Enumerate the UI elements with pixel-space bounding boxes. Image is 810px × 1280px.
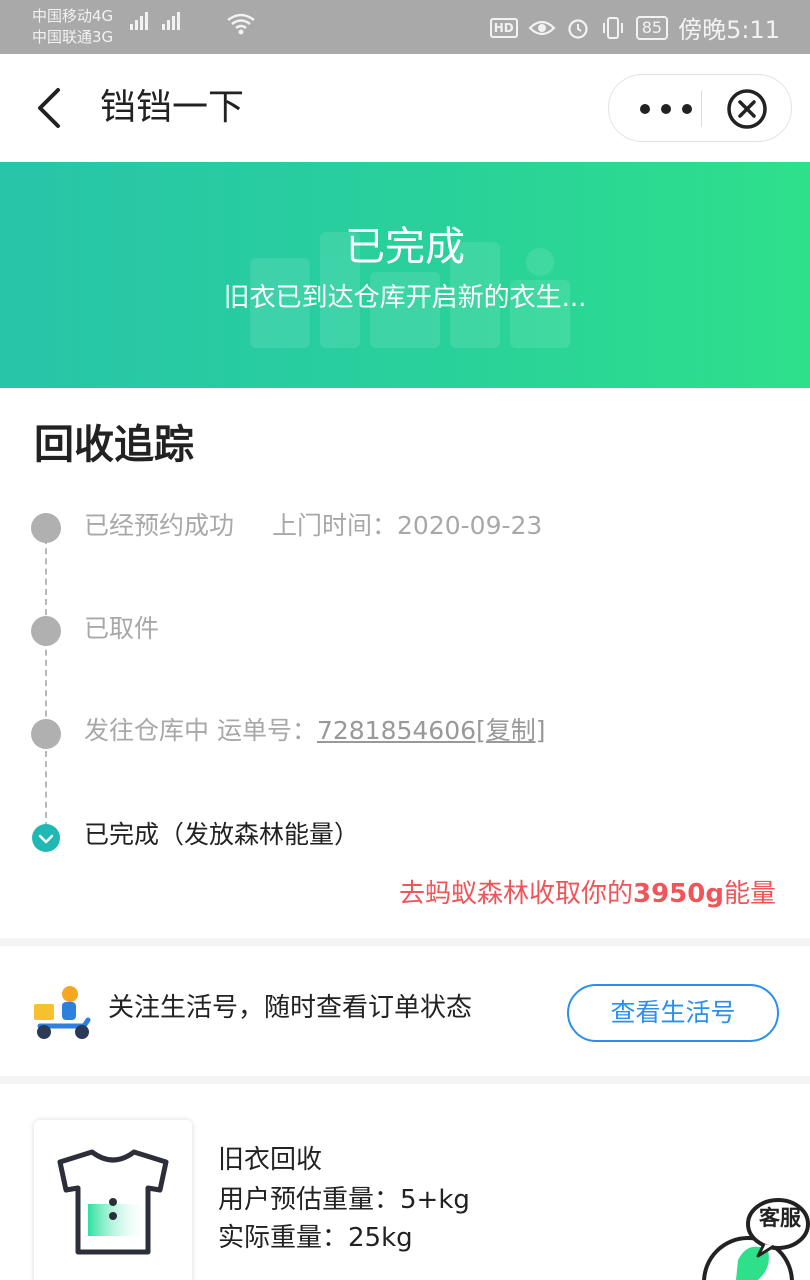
product-thumbnail [34, 1120, 192, 1280]
wifi-icon [227, 13, 255, 35]
visit-time: 上门时间：2020-09-23 [272, 511, 543, 540]
timeline-dot [31, 616, 61, 646]
status-bar: 中国移动4G 中国联通3G HD 85 傍晚5:11 [0, 0, 810, 54]
delivery-rider-icon [34, 986, 91, 1039]
carrier-info: 中国移动4G 中国联通3G [32, 6, 113, 48]
clock: 傍晚5:11 [678, 16, 780, 44]
signal-indicators [130, 12, 180, 30]
alarm-icon [568, 18, 588, 39]
status-banner: 已完成 旧衣已到达仓库开启新的衣生... [0, 162, 810, 388]
check-circle-icon [32, 824, 60, 852]
status-right: HD 85 傍晚5:11 [489, 10, 780, 45]
view-account-button[interactable]: 查看生活号 [567, 984, 779, 1042]
step-label: 已完成（发放森林能量） [84, 820, 360, 849]
mini-program-capsule [608, 74, 792, 142]
timeline-line [45, 528, 47, 828]
timeline-dot [31, 719, 61, 749]
timeline-dot [31, 513, 61, 543]
customer-service-label: 客服 [759, 1206, 801, 1230]
close-circle-icon[interactable] [725, 87, 769, 131]
timeline-step-completed: 已完成（发放森林能量） [84, 818, 359, 852]
tshirt-icon [57, 1149, 169, 1255]
vibrate-icon [602, 16, 623, 39]
follow-account-card: 关注生活号，随时查看订单状态 查看生活号 [0, 946, 810, 1076]
actual-weight: 实际重量：25kg [218, 1223, 413, 1253]
status-title: 已完成 [345, 224, 465, 270]
title-bar: 铛铛一下 [0, 54, 810, 162]
battery-icon: 85 [635, 15, 669, 40]
capsule-divider [701, 91, 702, 127]
more-dots-icon[interactable] [637, 97, 695, 121]
section-title: 回收追踪 [34, 422, 194, 468]
page-title: 铛铛一下 [100, 87, 245, 128]
waybill-copy-link[interactable]: 7281854606[复制] [317, 716, 546, 745]
forest-energy-link[interactable]: 去蚂蚁森林收取你的3950g能量 [399, 876, 776, 912]
signal-icon [162, 12, 180, 30]
eye-icon [528, 20, 556, 35]
recycle-tracking-card: 回收追踪 已经预约成功 上门时间：2020-09-23 已取件 发往仓库中 运单号… [0, 388, 810, 938]
step-label: 发往仓库中 运单号： [84, 716, 317, 745]
timeline-step-booked: 已经预约成功 上门时间：2020-09-23 [84, 509, 542, 543]
step-label: 已经预约成功 [84, 511, 235, 540]
signal-icon [130, 12, 148, 30]
timeline-step-shipping: 发往仓库中 运单号：7281854606[复制] [84, 714, 546, 748]
step-label: 已取件 [84, 614, 160, 643]
city-skyline-decoration [250, 232, 570, 348]
energy-amount: 3950g [633, 879, 724, 909]
carrier-2: 中国联通3G [32, 28, 114, 46]
status-subtitle: 旧衣已到达仓库开启新的衣生... [223, 283, 587, 313]
chevron-left-icon[interactable] [30, 84, 70, 132]
estimated-weight: 用户预估重量：5+kg [218, 1185, 470, 1215]
product-name: 旧衣回收 [218, 1145, 323, 1175]
timeline-step-picked-up: 已取件 [84, 612, 159, 646]
follow-text: 关注生活号，随时查看订单状态 [108, 993, 473, 1023]
carrier-1: 中国移动4G [32, 7, 114, 25]
hd-icon: HD [489, 17, 518, 38]
